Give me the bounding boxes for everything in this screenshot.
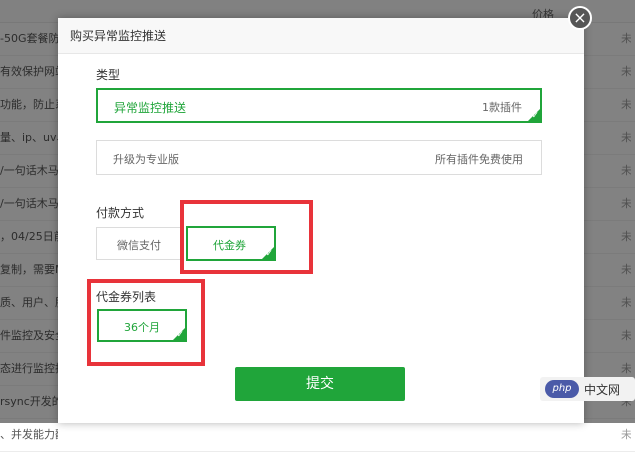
type-label: 类型 — [96, 68, 121, 82]
type-option-monitor-push[interactable]: 异常监控推送 1款插件 ✓ — [96, 88, 542, 123]
background-table-row: 、并发能力翻未 — [0, 418, 635, 452]
type-option-desc: 所有插件免费使用 — [435, 153, 523, 166]
type-option-name: 异常监控推送 — [114, 101, 187, 115]
checkmark-icon: ✓ — [531, 111, 539, 121]
type-option-desc: 1款插件 — [482, 101, 522, 114]
dialog-title: 购买异常监控推送 — [58, 18, 584, 54]
submit-button[interactable]: 提交 — [235, 367, 405, 401]
type-option-name: 升级为专业版 — [113, 153, 179, 166]
payment-option-wechat[interactable]: 微信支付 — [96, 227, 184, 260]
watermark-text: 中文网 — [584, 383, 621, 397]
php-logo: php — [545, 380, 579, 398]
php-watermark: php 中文网 — [540, 377, 635, 401]
type-option-upgrade-pro[interactable]: 升级为专业版 所有插件免费使用 — [96, 140, 542, 175]
payment-option-name: 微信支付 — [117, 239, 161, 252]
close-icon[interactable]: × — [568, 6, 592, 30]
highlight-box-voucher — [87, 279, 205, 366]
highlight-box-payment — [180, 200, 313, 274]
payment-method-label: 付款方式 — [96, 206, 145, 220]
